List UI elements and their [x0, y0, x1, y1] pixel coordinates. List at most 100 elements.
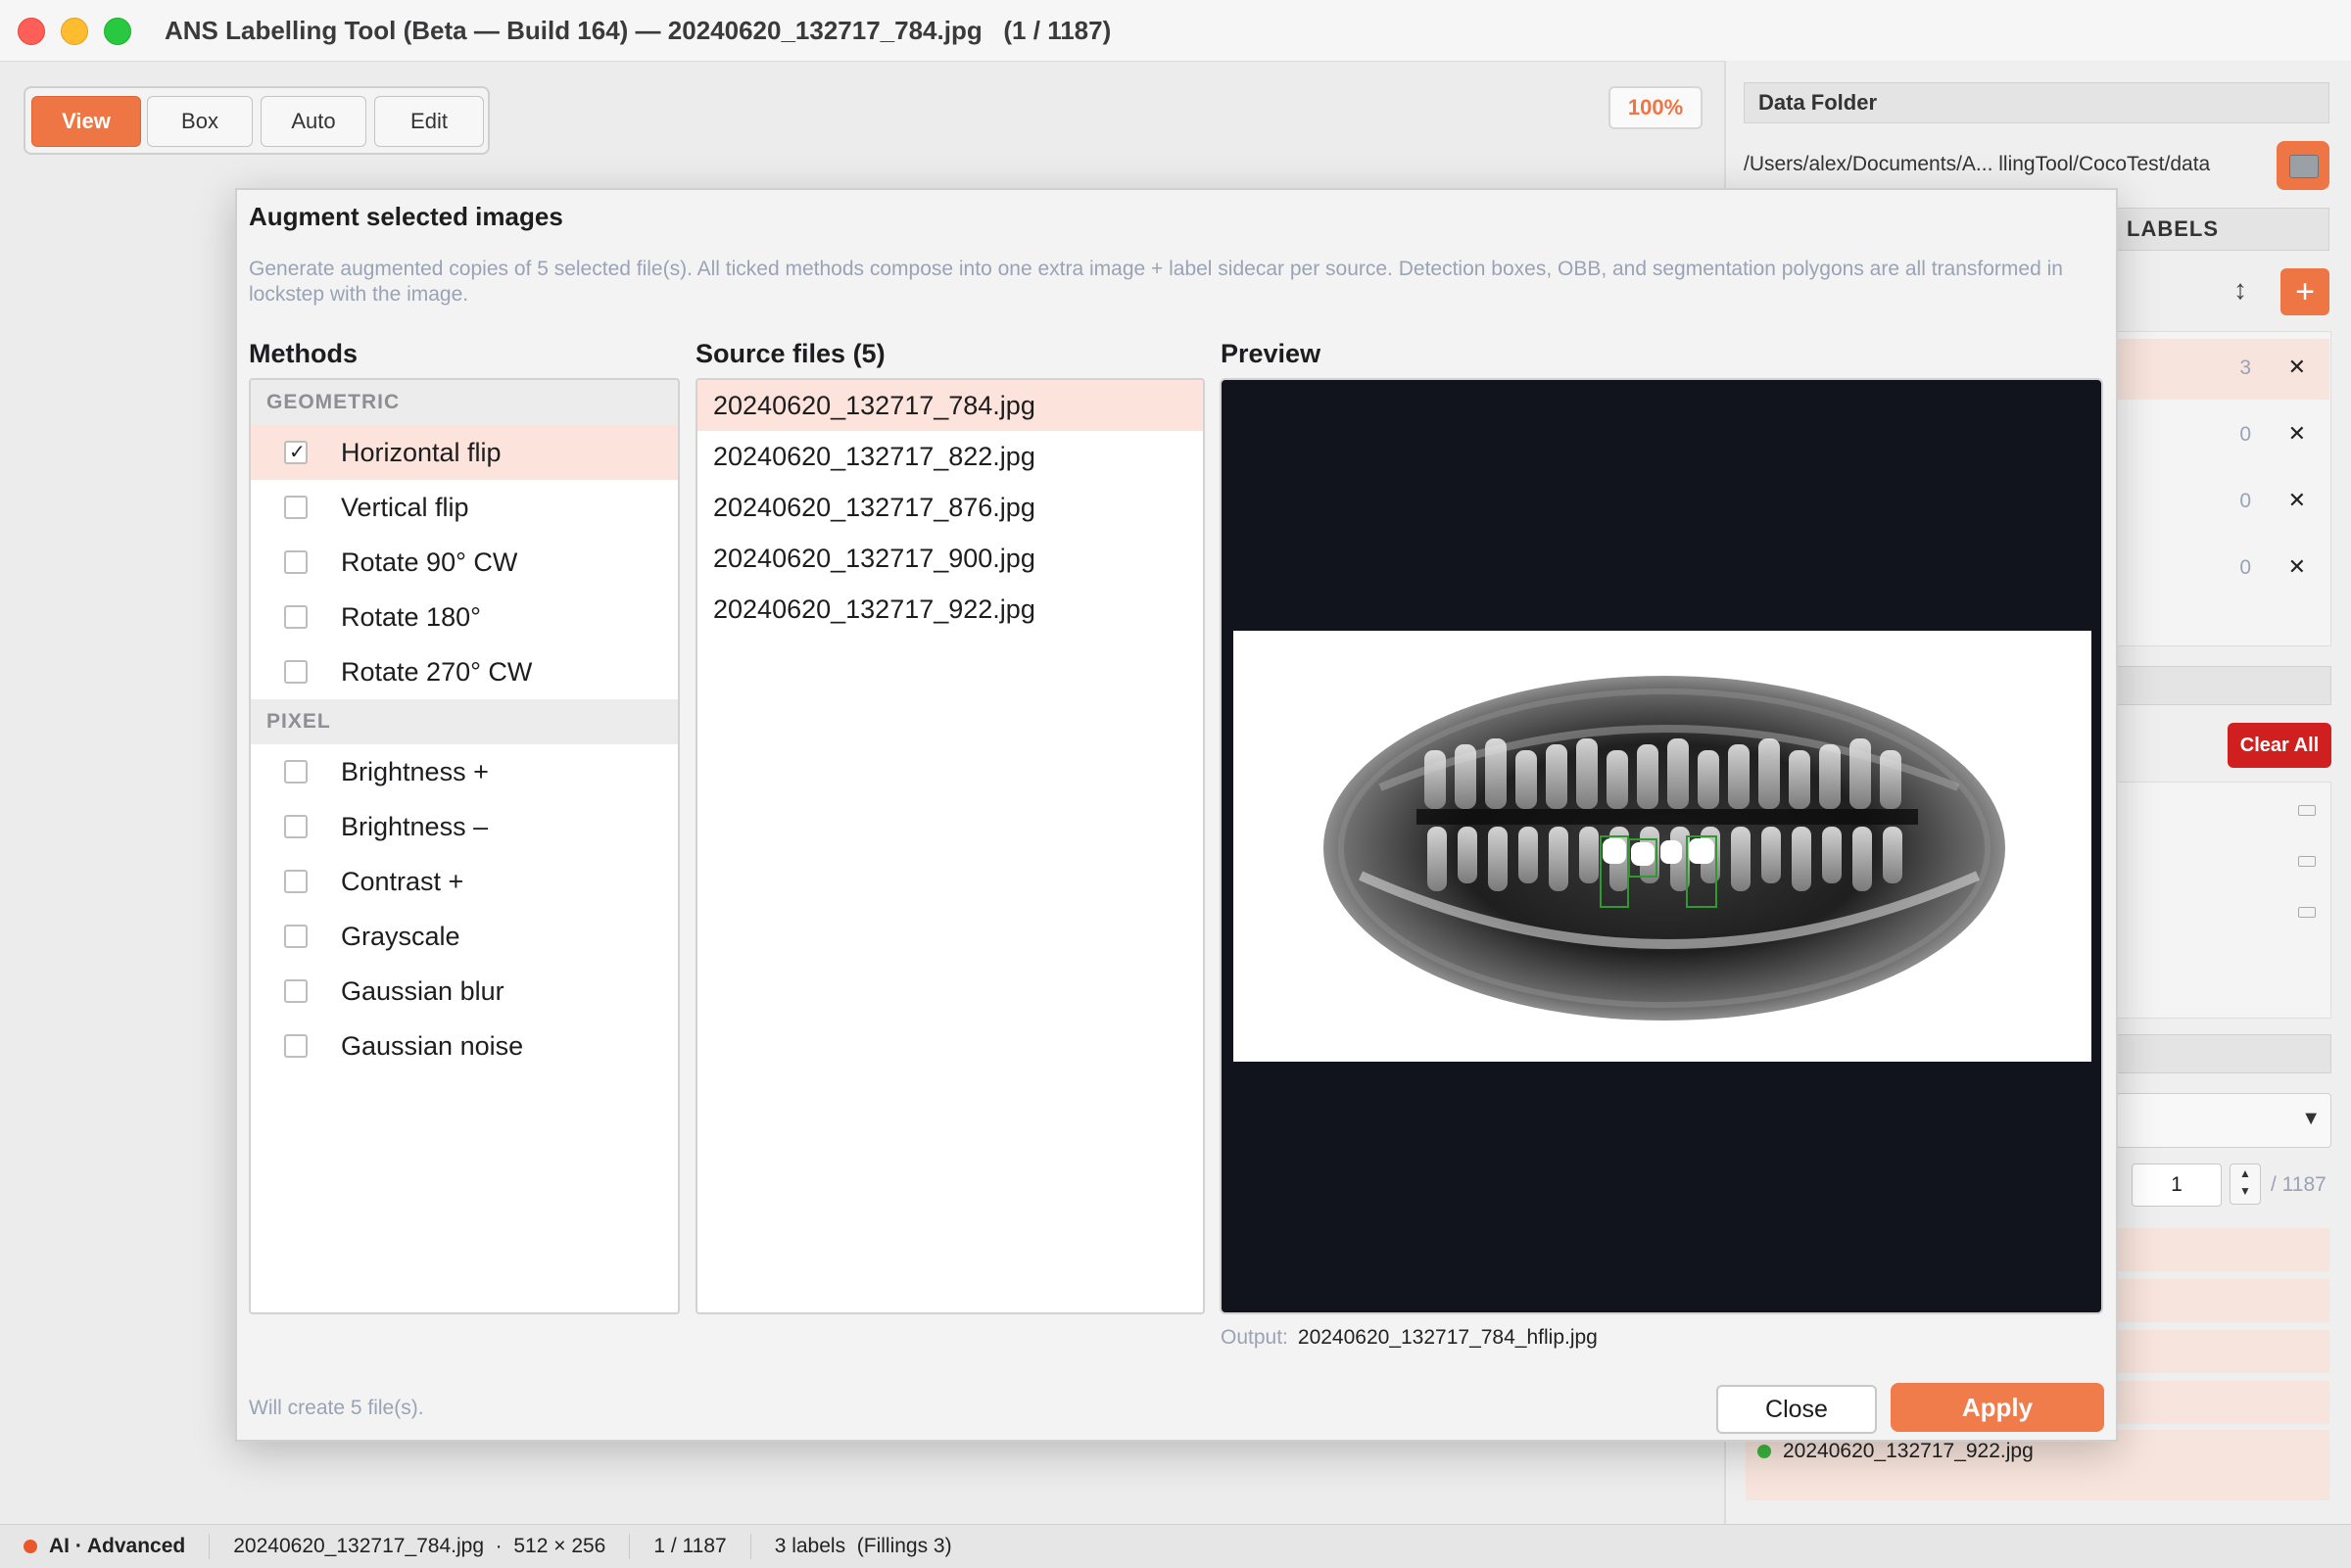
label-row[interactable]: 3 ✕: [2116, 339, 2329, 400]
tooth: [1576, 738, 1598, 809]
label-row[interactable]: 0 ✕: [2116, 472, 2329, 533]
data-folder-header: Data Folder: [1744, 82, 2329, 123]
output-filename: 20240620_132717_784_hflip.jpg: [1297, 1326, 1598, 1349]
method-checkbox[interactable]: [284, 870, 308, 893]
open-folder-button[interactable]: [2277, 141, 2329, 190]
mode-box-button[interactable]: Box: [147, 96, 253, 147]
method-checkbox[interactable]: [284, 605, 308, 629]
visibility-icon[interactable]: [2298, 907, 2316, 918]
method-label: Rotate 90° CW: [341, 547, 518, 577]
method-checkbox[interactable]: [284, 496, 308, 519]
method-row[interactable]: Grayscale: [251, 909, 678, 964]
status-file: 20240620_132717_784.jpg · 512 × 256: [210, 1534, 631, 1559]
method-row[interactable]: Rotate 90° CW: [251, 535, 678, 590]
apply-button[interactable]: Apply: [1891, 1383, 2104, 1432]
file-row[interactable]: [2116, 1228, 2329, 1271]
tooth: [1698, 750, 1719, 809]
dialog-description: Generate augmented copies of 5 selected …: [249, 258, 2063, 306]
filling-mark: [1660, 840, 1682, 864]
file-row[interactable]: [2116, 1330, 2329, 1373]
page-input[interactable]: 1: [2132, 1164, 2222, 1207]
methods-header: Methods: [249, 339, 358, 368]
minimize-window-icon[interactable]: [61, 18, 88, 45]
label-row[interactable]: 0 ✕: [2116, 405, 2329, 466]
label-count: 3: [2239, 356, 2251, 379]
method-label: Gaussian blur: [341, 976, 504, 1006]
close-window-icon[interactable]: [18, 18, 45, 45]
mode-edit-button[interactable]: Edit: [374, 96, 484, 147]
sort-icon[interactable]: ↕: [2233, 274, 2247, 306]
window-title: ANS Labelling Tool (Beta — Build 164) — …: [165, 16, 1112, 45]
tooth: [1579, 827, 1599, 883]
method-row[interactable]: Brightness +: [251, 744, 678, 799]
preview-image: [1233, 631, 2091, 1062]
method-row[interactable]: Rotate 180°: [251, 590, 678, 644]
zoom-level[interactable]: 100%: [1608, 86, 1703, 129]
method-checkbox[interactable]: [284, 925, 308, 948]
chevron-up-icon[interactable]: ▲: [2239, 1166, 2251, 1180]
delete-label-icon[interactable]: ✕: [2288, 355, 2306, 380]
source-file-item[interactable]: 20240620_132717_784.jpg: [697, 380, 1203, 431]
tooth: [1758, 738, 1780, 809]
methods-list: GEOMETRIC ✓ Horizontal flip Vertical flip Ro…: [249, 378, 680, 1314]
tooth: [1822, 827, 1842, 883]
preview-pane: [1220, 378, 2103, 1314]
zoom-window-icon[interactable]: [104, 18, 131, 45]
add-label-button[interactable]: +: [2280, 268, 2329, 315]
method-group-geometric: GEOMETRIC: [251, 380, 678, 425]
label-count: 0: [2239, 490, 2251, 512]
method-row[interactable]: Vertical flip: [251, 480, 678, 535]
status-bar: AI · Advanced 20240620_132717_784.jpg · …: [0, 1524, 2351, 1568]
file-row[interactable]: [2116, 1279, 2329, 1322]
source-file-item[interactable]: 20240620_132717_922.jpg: [697, 584, 1203, 635]
method-checkbox[interactable]: [284, 979, 308, 1003]
delete-label-icon[interactable]: ✕: [2288, 488, 2306, 513]
close-button[interactable]: Close: [1716, 1385, 1877, 1434]
files-header: [2116, 1034, 2331, 1073]
method-row[interactable]: Gaussian noise: [251, 1019, 678, 1073]
chevron-down-icon[interactable]: ▼: [2239, 1184, 2251, 1198]
method-label: Vertical flip: [341, 493, 469, 522]
visibility-icon[interactable]: [2298, 856, 2316, 867]
delete-label-icon[interactable]: ✕: [2288, 554, 2306, 580]
page-stepper[interactable]: ▲ ▼: [2230, 1164, 2261, 1205]
method-checkbox[interactable]: [284, 660, 308, 684]
tooth: [1792, 827, 1811, 891]
method-checkbox[interactable]: [284, 550, 308, 574]
tooth: [1455, 744, 1476, 809]
file-row[interactable]: [2116, 1381, 2329, 1424]
method-checkbox[interactable]: [284, 760, 308, 784]
source-file-item[interactable]: 20240620_132717_822.jpg: [697, 431, 1203, 482]
tooth: [1515, 750, 1537, 809]
mode-auto-button[interactable]: Auto: [261, 96, 366, 147]
method-checkbox[interactable]: [284, 815, 308, 838]
source-file-item[interactable]: 20240620_132717_900.jpg: [697, 533, 1203, 584]
method-row[interactable]: ✓ Horizontal flip: [251, 425, 678, 480]
filter-select[interactable]: ▼: [2116, 1093, 2331, 1148]
method-row[interactable]: Rotate 270° CW: [251, 644, 678, 699]
label-row[interactable]: 0 ✕: [2116, 539, 2329, 599]
method-checkbox[interactable]: [284, 1034, 308, 1058]
tooth: [1546, 744, 1567, 809]
clear-all-button[interactable]: Clear All: [2228, 723, 2331, 768]
mode-toolbar: View Box Auto Edit: [24, 86, 490, 155]
method-label: Grayscale: [341, 922, 460, 951]
method-label: Contrast +: [341, 867, 464, 896]
label-count: 0: [2239, 423, 2251, 446]
source-file-item[interactable]: 20240620_132717_876.jpg: [697, 482, 1203, 533]
method-row[interactable]: Gaussian blur: [251, 964, 678, 1019]
method-row[interactable]: Brightness –: [251, 799, 678, 854]
mode-view-button[interactable]: View: [31, 96, 141, 147]
method-row[interactable]: Contrast +: [251, 854, 678, 909]
tooth: [1485, 738, 1507, 809]
file-list-item[interactable]: 20240620_132717_922.jpg: [1757, 1440, 2034, 1463]
tooth: [1637, 744, 1658, 809]
method-checkbox[interactable]: ✓: [284, 441, 308, 464]
will-create-text: Will create 5 file(s).: [249, 1397, 424, 1419]
visibility-icon[interactable]: [2298, 805, 2316, 816]
labels-header: LABELS: [2116, 208, 2329, 251]
delete-label-icon[interactable]: ✕: [2288, 421, 2306, 447]
method-group-pixel: PIXEL: [251, 699, 678, 744]
chevron-down-icon: ▼: [2301, 1108, 2321, 1129]
method-label: Rotate 270° CW: [341, 657, 533, 687]
